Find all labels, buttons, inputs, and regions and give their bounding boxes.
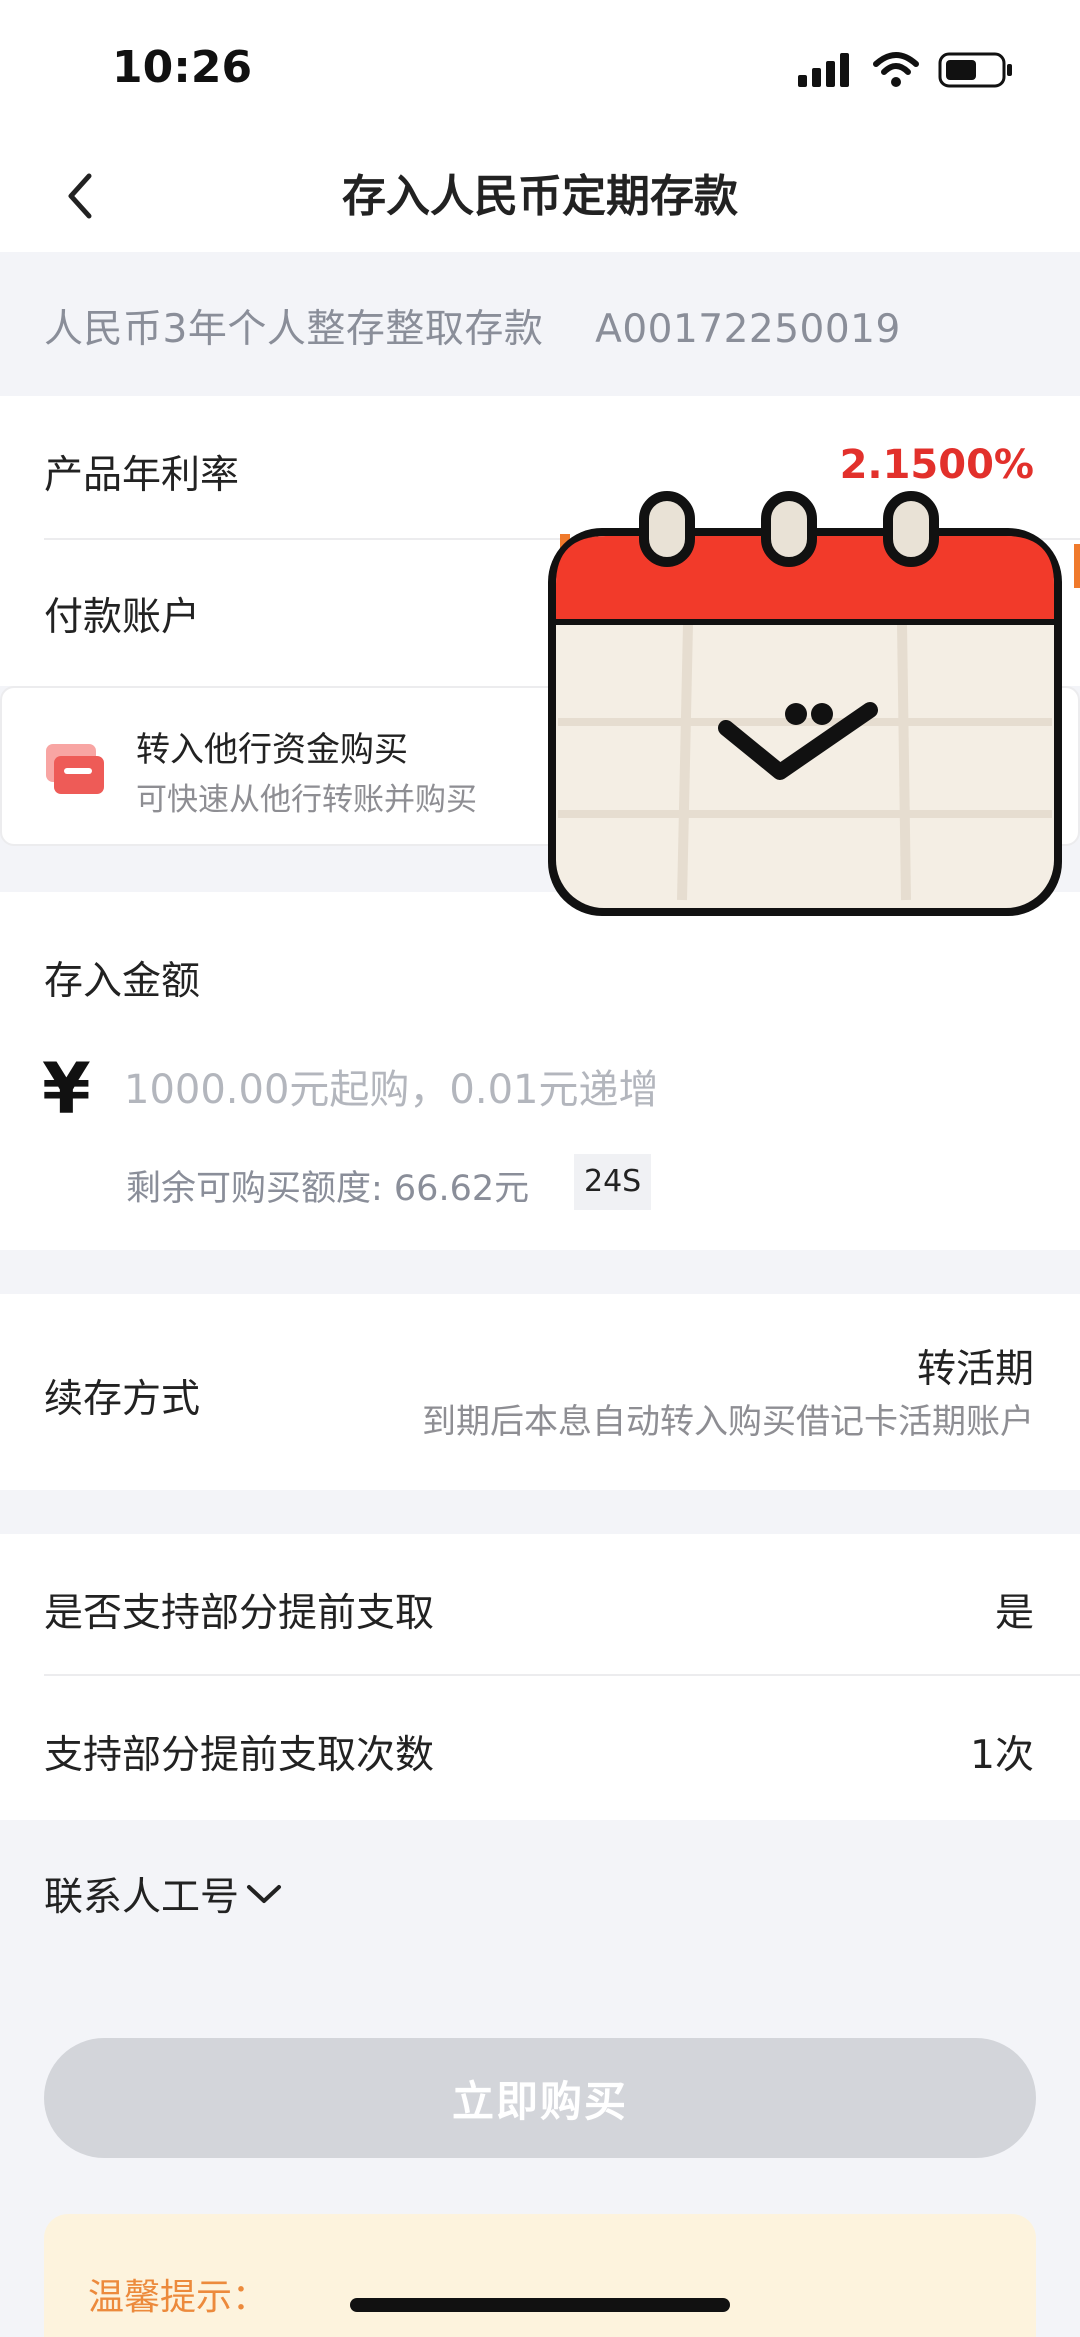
product-code: A00172250019	[595, 307, 901, 352]
transfer-title: 转入他行资金购买	[136, 730, 408, 770]
battery-icon	[938, 52, 1012, 88]
rate-label: 产品年利率	[44, 453, 240, 498]
divider	[44, 1674, 1080, 1676]
page-title: 存入人民币定期存款	[342, 171, 738, 222]
signal-icon	[798, 53, 849, 87]
tips-panel: 温馨提示：	[44, 2214, 1036, 2337]
contact-toggle[interactable]: 联系人工号	[44, 1866, 283, 1922]
countdown-tag: 24S	[574, 1154, 652, 1210]
buy-now-button[interactable]: 立即购买	[44, 2038, 1036, 2158]
remaining-quota: 剩余可购买额度: 66.62元	[126, 1169, 530, 1209]
nav-bar: 存入人民币定期存款	[0, 140, 1080, 252]
status-icons	[798, 52, 1014, 88]
product-name: 人民币3年个人整存整取存款 A00172250019	[44, 298, 901, 354]
withdraw-count-label: 支持部分提前支取次数	[44, 1733, 435, 1778]
renew-label: 续存方式	[44, 1377, 201, 1422]
rate-value: 2.1500%	[839, 442, 1034, 488]
withdraw-count-value: 1次	[970, 1733, 1034, 1778]
wifi-icon	[873, 52, 919, 87]
status-time: 10:26	[112, 42, 253, 93]
amount-input[interactable]	[124, 1060, 1004, 1120]
status-bar: 10:26	[0, 0, 1080, 140]
amount-title: 存入金额	[44, 959, 201, 1004]
calendar-sticker	[548, 491, 1080, 916]
contact-label: 联系人工号	[44, 1875, 240, 1920]
home-indicator	[350, 2298, 730, 2312]
partial-withdraw-value: 是	[994, 1591, 1034, 1636]
chevron-down-icon	[247, 1885, 282, 1903]
renew-value: 转活期	[916, 1347, 1034, 1392]
partial-withdraw-label: 是否支持部分提前支取	[44, 1591, 435, 1636]
tips-title: 温馨提示：	[88, 2277, 269, 2318]
payment-account-label[interactable]: 付款账户	[44, 586, 200, 642]
withdraw-card: 是否支持部分提前支取 是 支持部分提前支取次数 1次	[0, 1534, 1080, 1820]
product-name-text: 人民币3年个人整存整取存款	[44, 307, 544, 352]
product-strip: 人民币3年个人整存整取存款 A00172250019	[0, 252, 1080, 396]
amount-card: 存入金额 ¥ 剩余可购买额度: 66.62元 24S	[0, 892, 1080, 1250]
transfer-subtitle: 可快速从他行转账并购买	[136, 782, 477, 818]
renew-description: 到期后本息自动转入购买借记卡活期账户	[422, 1402, 1034, 1442]
renew-card[interactable]: 续存方式 转活期 到期后本息自动转入购买借记卡活期账户	[0, 1294, 1080, 1490]
bank-card-icon	[46, 744, 104, 794]
currency-symbol: ¥	[42, 1048, 91, 1130]
